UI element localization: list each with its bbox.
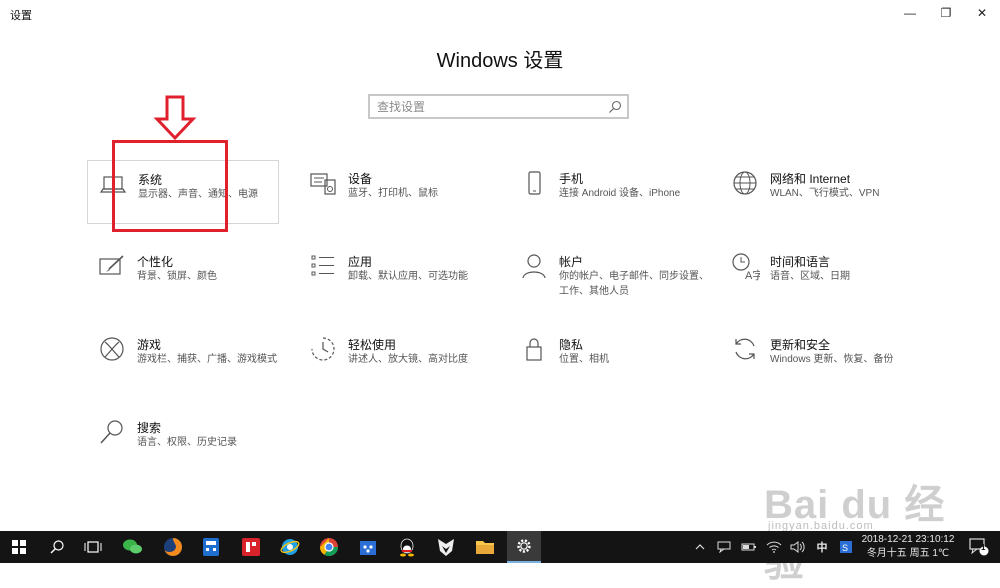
refresh-icon [730, 334, 760, 364]
taskbar: 中 S 2018-12-21 23:10:12 冬月十五 周五 1℃ 1 [0, 531, 1000, 563]
chrome-icon[interactable] [312, 531, 346, 563]
tile-title: 更新和安全 [770, 338, 831, 352]
notification-count: 1 [981, 543, 986, 552]
time-language-icon: A字 [730, 251, 763, 282]
ime-indicator[interactable]: 中 [812, 531, 832, 563]
page-title: Windows 设置 [436, 50, 564, 72]
lock-icon [519, 334, 549, 364]
svg-text:S: S [842, 543, 848, 553]
tile-title: 个性化 [137, 255, 174, 269]
tile-title: 隐私 [559, 338, 584, 352]
app-red-icon[interactable] [234, 531, 268, 563]
battery-icon[interactable] [739, 531, 759, 563]
person-icon [519, 251, 549, 281]
clock[interactable]: 2018-12-21 23:10:12 冬月十五 周五 1℃ [856, 533, 960, 561]
tile-personalization[interactable]: 个性化 背景、锁屏、颜色 [87, 243, 279, 307]
keyboard-printer-icon [308, 168, 338, 198]
wifi-icon[interactable] [764, 531, 784, 563]
settings-icon[interactable] [507, 531, 541, 563]
tile-title: 搜索 [137, 421, 162, 435]
tile-privacy[interactable]: 隐私 位置、相机 [509, 326, 701, 390]
search-icon [97, 417, 127, 447]
minimize-button[interactable]: — [892, 0, 928, 26]
tile-description: 语言、权限、历史记录 [137, 437, 237, 448]
tile-title: 网络和 Internet [770, 172, 851, 186]
search-icon[interactable] [40, 531, 74, 563]
tile-description: 语音、区域、日期 [770, 271, 850, 282]
tile-description: 连接 Android 设备、iPhone [559, 188, 681, 199]
notification-center-icon[interactable]: 1 [964, 531, 994, 563]
close-button[interactable]: ✕ [964, 0, 1000, 26]
annotation-arrow-icon [153, 95, 197, 141]
lunar-date-text: 冬月十五 周五 1℃ [866, 548, 950, 559]
tile-description: 讲述人、放大镜、高对比度 [348, 354, 468, 365]
foxit-icon[interactable] [429, 531, 463, 563]
tile-network[interactable]: 网络和 Internet WLAN、飞行模式、VPN [720, 160, 912, 224]
tile-update-security[interactable]: 更新和安全 Windows 更新、恢复、备份 [720, 326, 912, 390]
tile-search[interactable]: 搜索 语言、权限、历史记录 [87, 409, 279, 473]
tile-time-language[interactable]: A字 时间和语言 语音、区域、日期 [720, 243, 912, 307]
xbox-icon [97, 334, 127, 364]
tile-title: 轻松使用 [348, 338, 397, 352]
input-method-icon[interactable]: S [836, 531, 856, 563]
window-title: 设置 [10, 10, 32, 22]
tile-title: 应用 [348, 255, 373, 269]
search-box[interactable] [368, 94, 629, 119]
tile-devices[interactable]: 设备 蓝牙、打印机、鼠标 [298, 160, 490, 224]
tile-accounts[interactable]: 帐户 你的帐户、电子邮件、同步设置、工作、其他人员 [509, 243, 709, 307]
tile-description: Windows 更新、恢复、备份 [770, 354, 894, 365]
settings-window: 设置 — ❐ ✕ Windows 设置 系统 显示器、声音、通知、电源 设备 蓝… [0, 0, 1000, 585]
chevron-up-icon[interactable] [690, 531, 710, 563]
tile-description: 你的帐户、电子邮件、同步设置、工作、其他人员 [559, 271, 709, 297]
apps-list-icon [308, 251, 338, 281]
store-icon[interactable] [351, 531, 385, 563]
title-bar: 设置 — ❐ ✕ [0, 0, 1000, 26]
firefox-icon[interactable] [156, 531, 190, 563]
volume-icon[interactable] [788, 531, 808, 563]
paint-brush-icon [97, 251, 127, 281]
start-icon[interactable] [2, 531, 36, 563]
tile-gaming[interactable]: 游戏 游戏栏、捕获、广播、游戏模式 [87, 326, 279, 390]
annotation-highlight-box [112, 140, 228, 232]
search-input[interactable] [377, 100, 597, 114]
ie-icon[interactable] [273, 531, 307, 563]
search-icon[interactable] [607, 99, 623, 115]
tile-description: 蓝牙、打印机、鼠标 [348, 188, 438, 199]
phone-icon [519, 168, 549, 198]
tile-title: 设备 [348, 172, 373, 186]
ease-of-access-icon [308, 334, 338, 364]
tile-description: WLAN、飞行模式、VPN [770, 188, 880, 199]
tile-description: 卸载、默认应用、可选功能 [348, 271, 468, 282]
wechat-icon[interactable] [116, 531, 150, 563]
tile-apps[interactable]: 应用 卸载、默认应用、可选功能 [298, 243, 490, 307]
date-time-line: 2018-12-21 23:10:12 [856, 533, 960, 547]
svg-text:A字: A字 [745, 268, 760, 281]
globe-icon [730, 168, 760, 198]
tile-description: 游戏栏、捕获、广播、游戏模式 [137, 354, 277, 365]
chat-bubble-icon[interactable] [714, 531, 734, 563]
tile-description: 位置、相机 [559, 354, 609, 365]
file-explorer-icon[interactable] [468, 531, 502, 563]
baidu-watermark: Bai du 经验 jingyan.baidu.com [764, 452, 984, 585]
tile-ease-of-access[interactable]: 轻松使用 讲述人、放大镜、高对比度 [298, 326, 490, 390]
qq-icon[interactable] [390, 531, 424, 563]
time-text: 23:10:12 [915, 534, 955, 545]
calculator-icon[interactable] [194, 531, 228, 563]
tile-title: 时间和语言 [770, 255, 831, 269]
date-text: 2018-12-21 [861, 534, 913, 545]
tile-title: 游戏 [137, 338, 162, 352]
tile-title: 手机 [559, 172, 584, 186]
task-view-icon[interactable] [76, 531, 110, 563]
maximize-button[interactable]: ❐ [928, 0, 964, 26]
tile-title: 帐户 [559, 255, 584, 269]
tile-phone[interactable]: 手机 连接 Android 设备、iPhone [509, 160, 701, 224]
tile-description: 背景、锁屏、颜色 [137, 271, 217, 282]
